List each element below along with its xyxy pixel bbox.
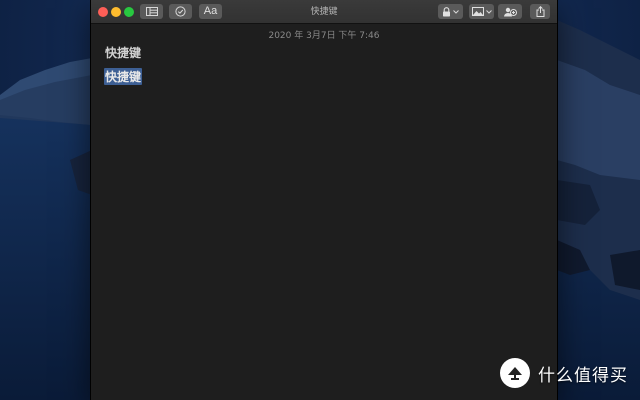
photo-icon (471, 7, 484, 16)
watermark: 什么值得买 (500, 358, 628, 388)
note-editor[interactable]: 2020 年 3月7日 下午 7:46 快捷键 快捷键 (91, 24, 557, 400)
lock-icon (442, 6, 451, 17)
minimize-button[interactable] (111, 7, 121, 17)
chevron-down-icon (453, 9, 459, 14)
titlebar: Aa 快捷键 (91, 0, 557, 24)
lock-button[interactable] (438, 4, 463, 19)
attachment-button[interactable] (469, 4, 494, 19)
selected-text[interactable]: 快捷键 (104, 68, 143, 85)
chevron-down-icon (485, 9, 492, 14)
close-button[interactable] (98, 7, 108, 17)
share-icon (536, 6, 545, 17)
checklist-icon (175, 6, 186, 17)
watermark-text: 什么值得买 (538, 365, 628, 386)
note-date: 2020 年 3月7日 下午 7:46 (268, 31, 380, 41)
checklist-button[interactable] (169, 4, 192, 19)
format-label: Aa (203, 5, 218, 17)
watermark-logo (500, 358, 530, 388)
maximize-button[interactable] (124, 7, 134, 17)
add-people-icon (503, 7, 517, 17)
list-view-button[interactable] (140, 4, 163, 19)
share-button[interactable] (530, 4, 550, 19)
table-icon (145, 7, 158, 16)
notes-window: Aa 快捷键 2020 年 3月7日 下午 7:46 快捷键 快捷键 (91, 0, 557, 400)
note-heading[interactable]: 快捷键 (105, 44, 141, 61)
format-button[interactable]: Aa (199, 4, 222, 19)
collaborate-button[interactable] (498, 4, 522, 19)
